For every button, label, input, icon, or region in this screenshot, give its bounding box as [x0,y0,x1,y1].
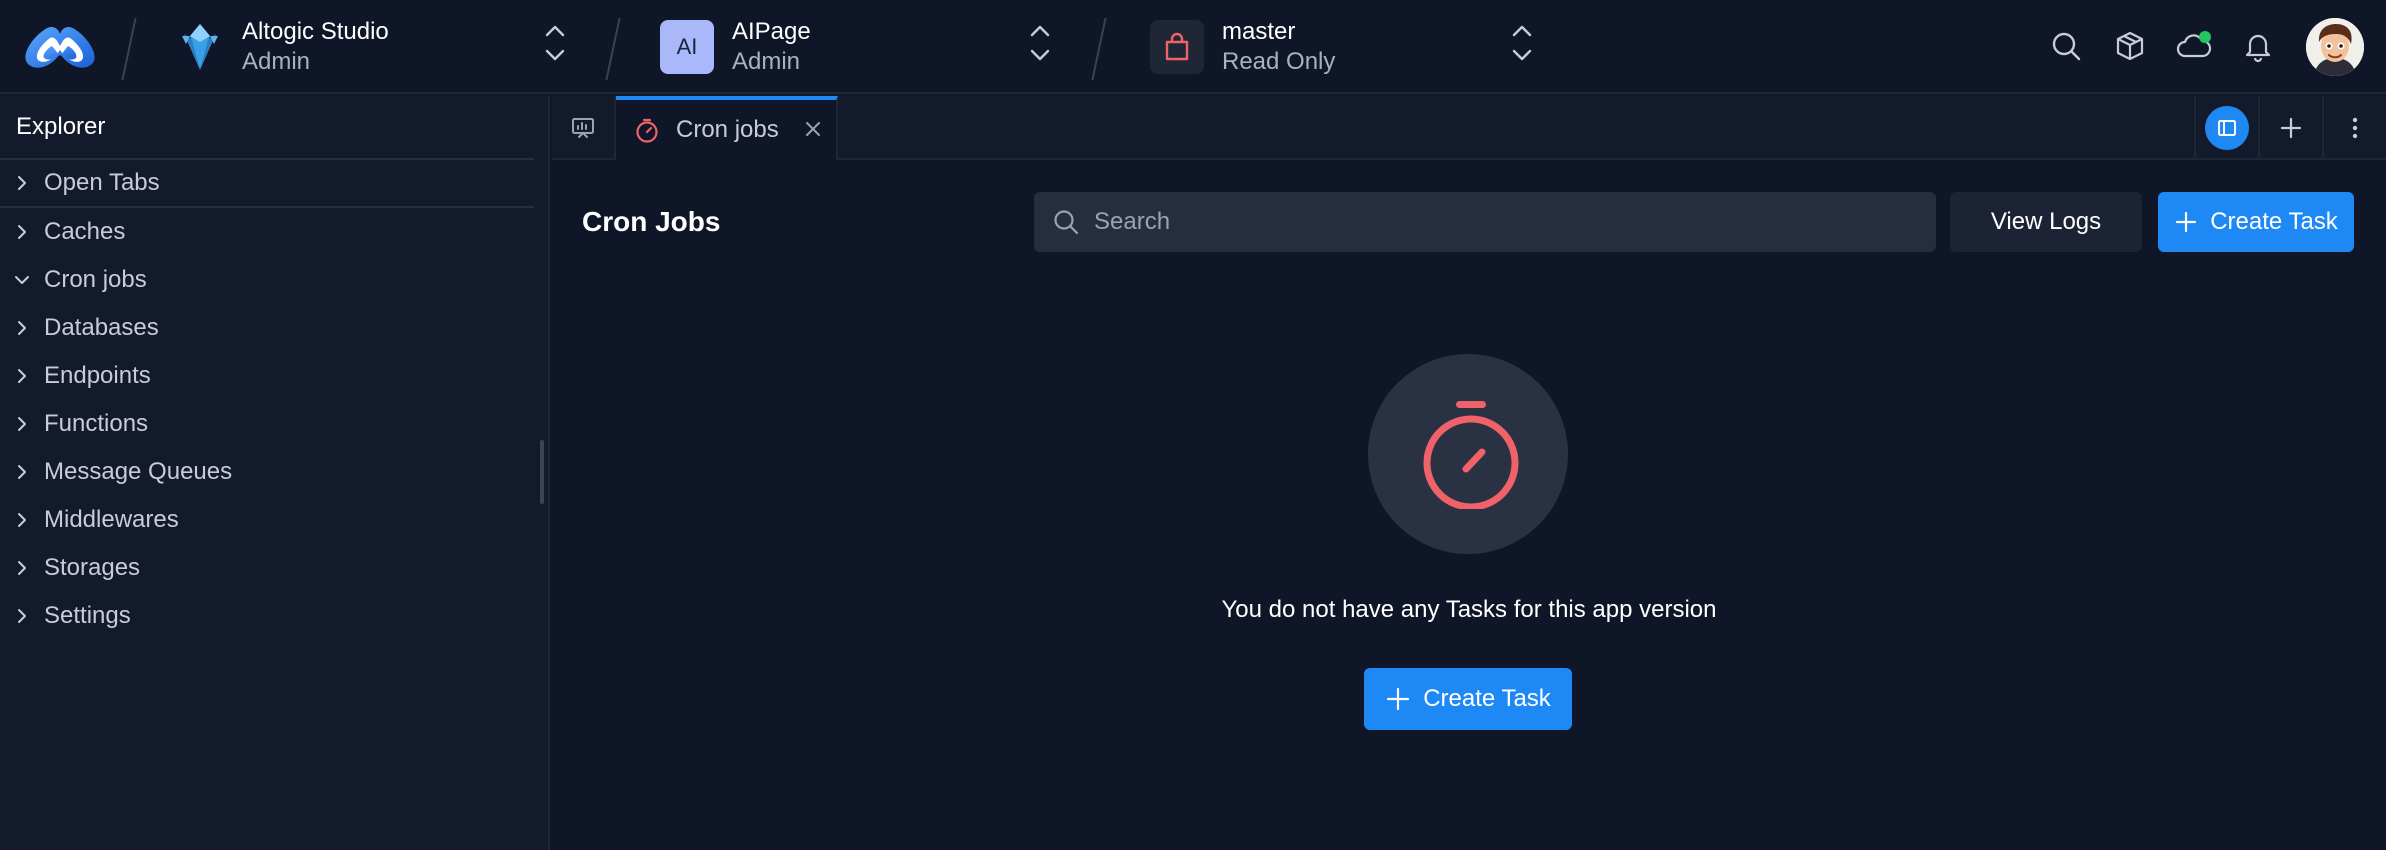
empty-state-message: You do not have any Tasks for this app v… [1221,596,1717,623]
sidebar-item-label: Caches [44,218,126,245]
sidebar-item-message-queues[interactable]: Message Queues [0,448,548,496]
tab-cron-jobs[interactable]: Cron jobs [616,96,838,160]
chevron-right-icon [0,544,44,592]
bag-icon [1150,20,1204,74]
chevron-right-icon [0,448,44,496]
env-name: master [1222,18,1296,45]
create-task-label: Create Task [1423,685,1551,712]
app-role: Admin [732,48,801,75]
sidebar-item-label: Middlewares [44,506,179,533]
chevron-right-icon [0,496,44,544]
sidebar-item-label: Storages [44,554,141,581]
empty-state-illustration [1368,354,1568,554]
explorer-sidebar: Explorer Open Tabs Caches Cron jobs Data… [0,96,550,850]
explorer-title: Explorer [0,96,534,160]
view-logs-button[interactable]: View Logs [1950,192,2142,252]
sidebar-item-databases[interactable]: Databases [0,304,548,352]
close-icon[interactable] [802,118,824,140]
create-task-label: Create Task [2210,208,2338,235]
sidebar-item-caches[interactable]: Caches [0,208,548,256]
sidebar-item-label: Endpoints [44,362,151,389]
app-initials: AI [676,34,698,59]
sidebar-item-label: Message Queues [44,458,233,485]
sidebar-item-functions[interactable]: Functions [0,400,548,448]
chevron-right-icon [0,592,44,640]
org-name: Altogic Studio [242,18,389,45]
sidebar-item-open-tabs[interactable]: Open Tabs [0,160,534,208]
search-box[interactable] [1034,192,1936,252]
sidebar-item-label: Cron jobs [44,266,147,293]
view-logs-label: View Logs [1990,208,2102,235]
user-avatar[interactable] [2306,18,2364,76]
page-title: Cron Jobs [582,206,721,237]
sidebar-item-label: Open Tabs [44,169,160,196]
chevron-right-icon [0,159,44,207]
main-content: Cron Jobs View Logs Create Task You do n… [552,162,2386,850]
divider [605,18,621,80]
search-icon[interactable] [2048,28,2084,64]
toggle-panel-button[interactable] [2194,96,2258,160]
plus-icon [2278,115,2304,141]
chevron-down-icon [0,256,44,304]
app-avatar: AI [660,20,714,74]
bell-icon[interactable] [2240,28,2276,64]
create-task-button[interactable]: Create Task [2158,192,2354,252]
chevron-right-icon [0,304,44,352]
search-icon [1052,208,1080,236]
tab-bar: Cron jobs [552,96,2386,160]
sidebar-item-storages[interactable]: Storages [0,544,548,592]
presentation-icon[interactable] [552,96,616,160]
app-name: AIPage [732,18,811,45]
altogic-logo[interactable] [22,20,98,74]
sidebar-item-cron-jobs[interactable]: Cron jobs [0,256,548,304]
sidebar-item-label: Databases [44,314,159,341]
new-tab-button[interactable] [2258,96,2322,160]
sidebar-item-middlewares[interactable]: Middlewares [0,496,548,544]
chevron-right-icon [0,208,44,256]
app-chevron-icon[interactable] [1029,22,1051,64]
plus-icon [1385,686,1411,712]
create-task-empty-button[interactable]: Create Task [1364,668,1572,730]
tab-label: Cron jobs [676,116,779,143]
stopwatch-icon [634,116,660,144]
diamond-icon [176,20,224,74]
app-switcher[interactable]: AI AIPage Admin [660,12,811,82]
org-chevron-icon[interactable] [544,22,566,64]
env-chevron-icon[interactable] [1511,22,1533,64]
sidebar-resize-handle[interactable] [540,440,544,504]
org-role: Admin [242,48,311,75]
plus-icon [2174,210,2198,234]
chevron-right-icon [0,400,44,448]
sidebar-item-label: Functions [44,410,149,437]
sidebar-item-settings[interactable]: Settings [0,592,548,640]
top-bar: Altogic Studio Admin AI AIPage Admin mas… [0,0,2386,94]
org-switcher[interactable]: Altogic Studio Admin [176,12,389,82]
env-mode: Read Only [1222,48,1336,75]
stopwatch-icon [1416,399,1520,509]
sidebar-item-endpoints[interactable]: Endpoints [0,352,548,400]
env-switcher[interactable]: master Read Only [1150,12,1335,82]
package-icon[interactable] [2112,28,2148,64]
divider [1091,18,1107,80]
sidebar-panel-icon [2205,106,2249,150]
divider [121,18,137,80]
chevron-right-icon [0,352,44,400]
cloud-icon[interactable] [2176,28,2212,64]
more-vertical-icon [2351,116,2359,140]
search-input[interactable] [1094,208,1914,236]
more-menu-button[interactable] [2322,96,2386,160]
sidebar-item-label: Settings [44,602,131,629]
